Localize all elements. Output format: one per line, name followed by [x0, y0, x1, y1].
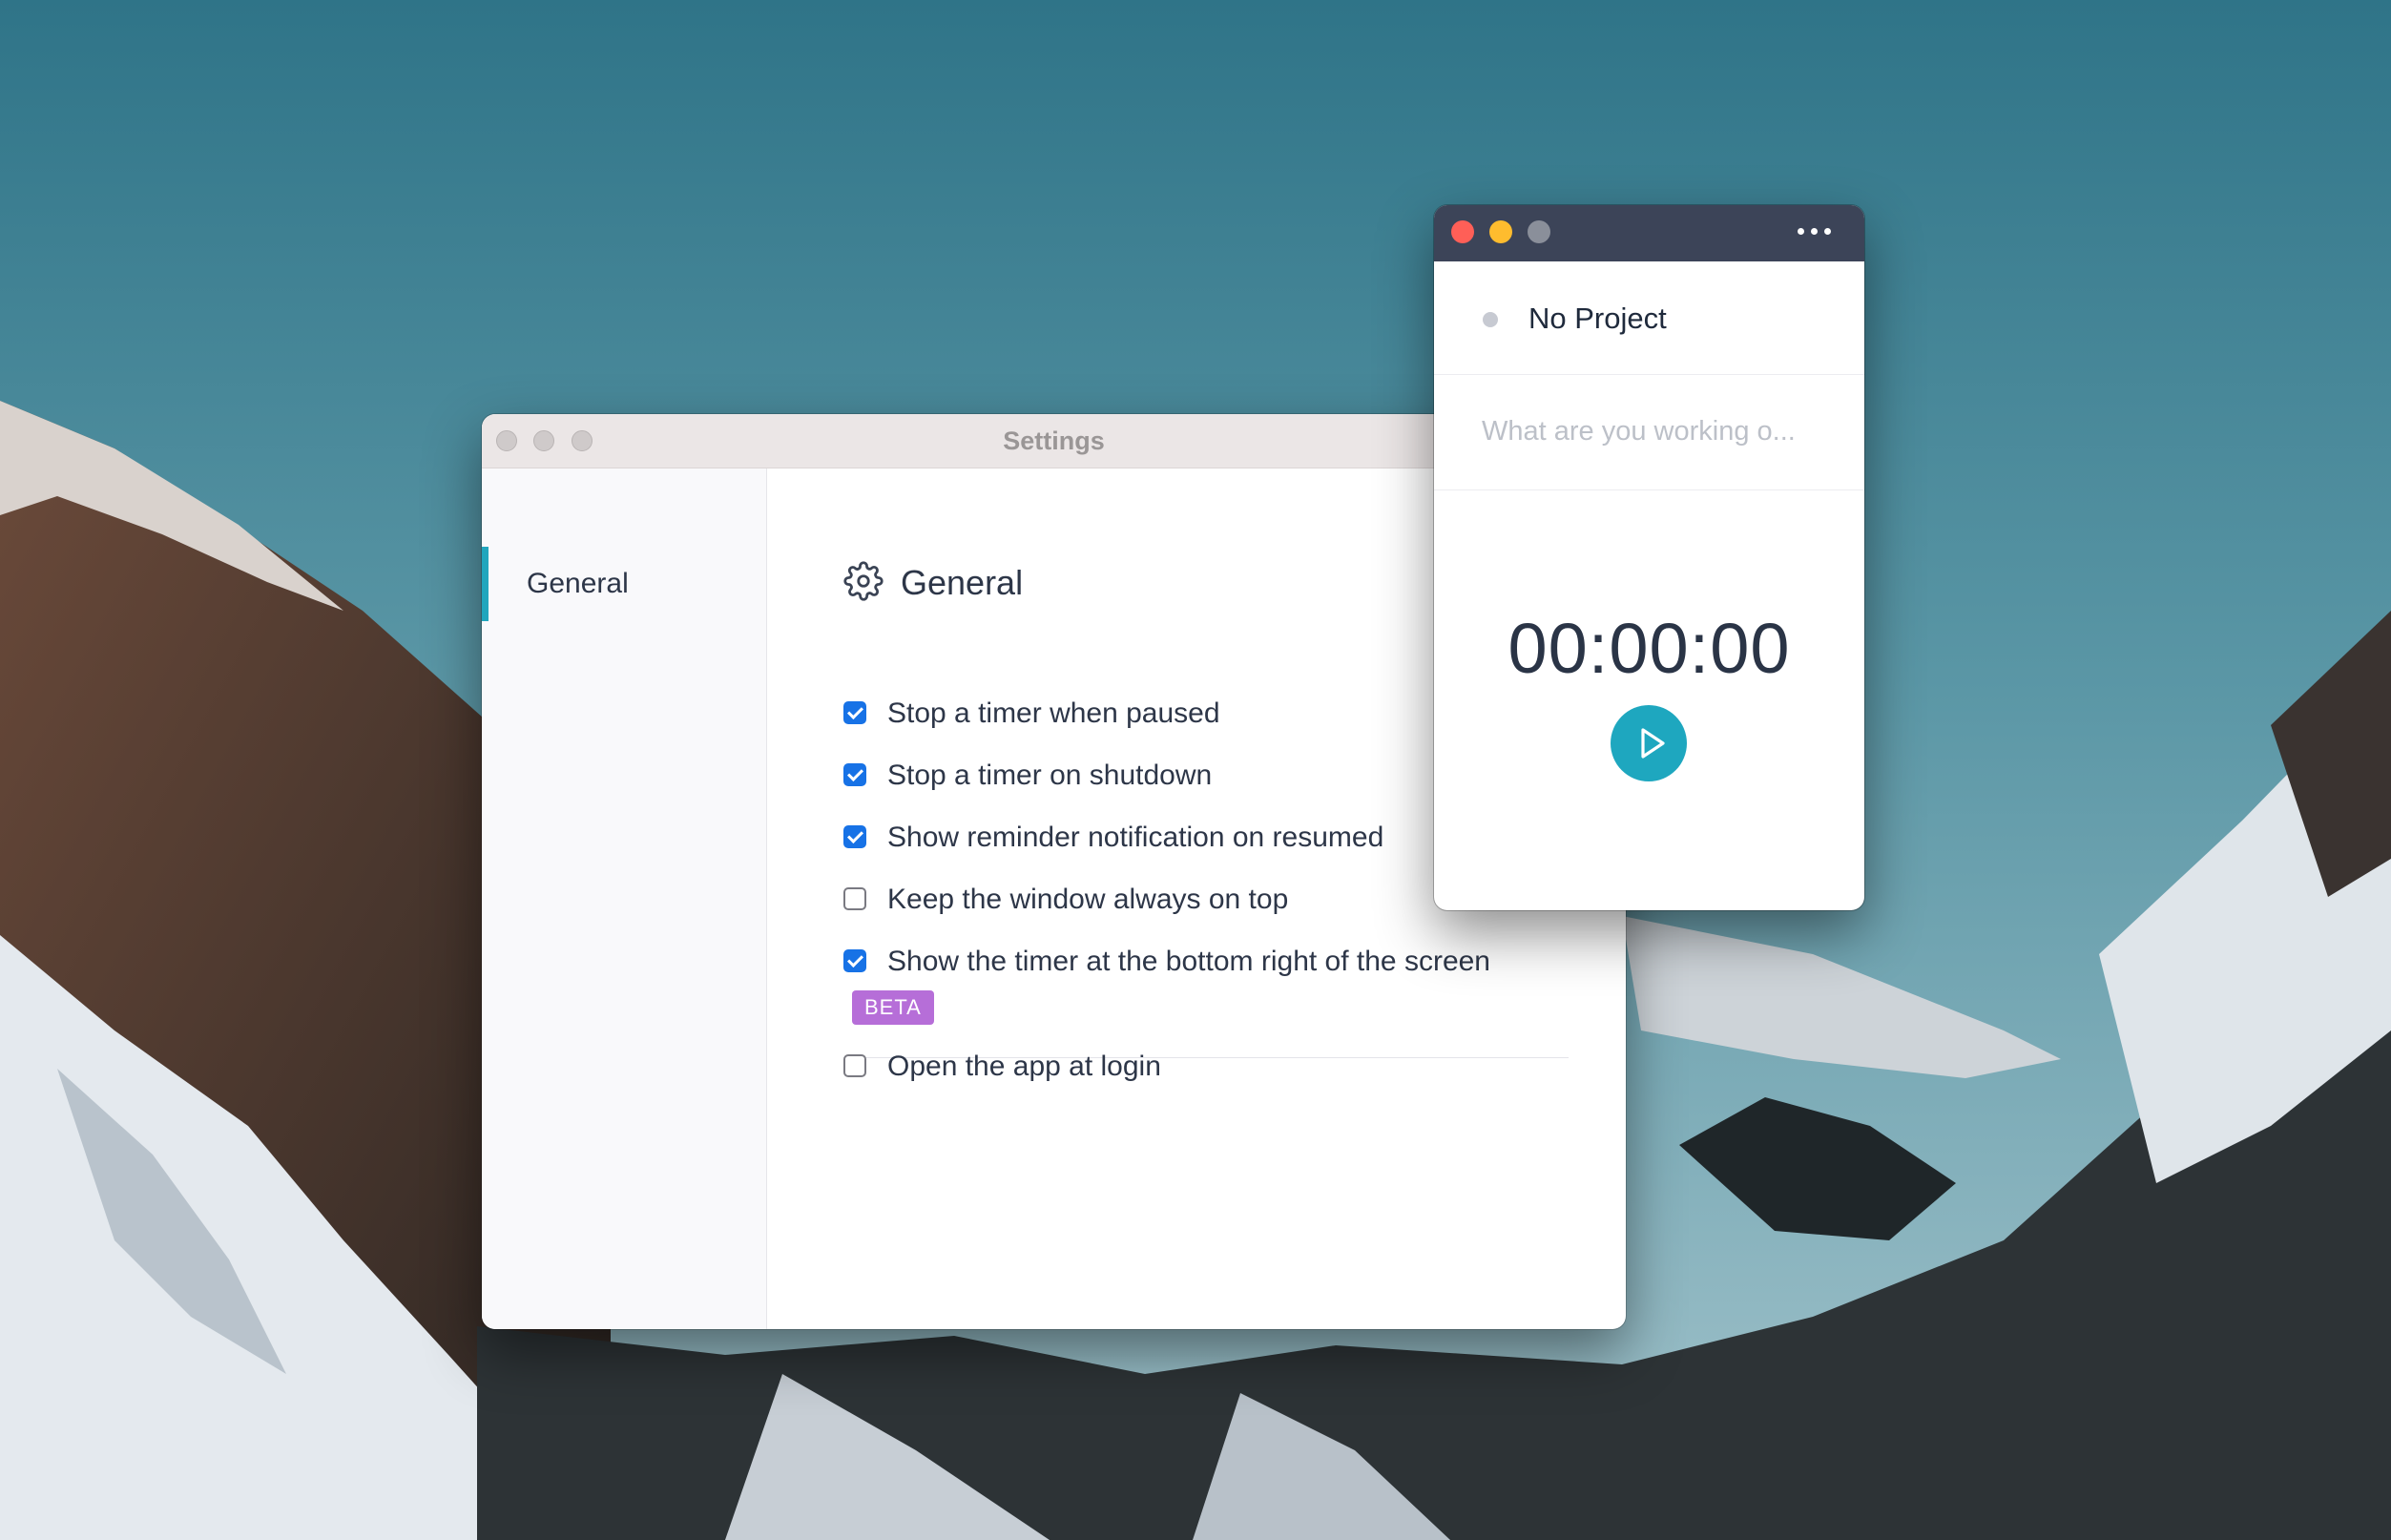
timer-window: No Project 00:00:00 — [1434, 205, 1864, 910]
option-label: Show the timer at the bottom right of th… — [887, 946, 1490, 977]
option-label: Stop a timer on shutdown — [887, 760, 1213, 791]
section-title: General — [901, 563, 1024, 602]
checkbox[interactable] — [843, 887, 866, 910]
more-dots-icon[interactable] — [1798, 228, 1832, 238]
timer-display: 00:00:00 — [1507, 609, 1791, 688]
start-timer-button[interactable] — [1611, 705, 1687, 781]
checkbox[interactable] — [843, 763, 866, 786]
task-row — [1434, 375, 1864, 490]
project-color-dot — [1483, 312, 1498, 327]
checkbox[interactable] — [843, 701, 866, 724]
checkbox[interactable] — [843, 1054, 866, 1077]
project-label: No Project — [1528, 302, 1667, 335]
option-label: Show reminder notification on resumed — [887, 822, 1384, 853]
gear-icon — [843, 561, 884, 601]
task-description-input[interactable] — [1482, 409, 1825, 453]
minimize-window-button[interactable] — [1489, 220, 1512, 243]
zoom-window-button[interactable] — [1528, 220, 1550, 243]
checkbox[interactable] — [843, 825, 866, 848]
settings-sidebar: General — [482, 468, 767, 1329]
beta-badge: BETA — [852, 990, 934, 1025]
close-window-button[interactable] — [1451, 220, 1474, 243]
play-icon — [1641, 728, 1665, 759]
option-label: Keep the window always on top — [887, 884, 1289, 915]
option-label: Stop a timer when paused — [887, 697, 1220, 729]
sidebar-item-general[interactable]: General — [482, 547, 765, 621]
active-indicator — [482, 547, 489, 621]
option-label: Open the app at login — [887, 1051, 1161, 1082]
sidebar-item-label: General — [527, 568, 629, 599]
checkbox[interactable] — [843, 949, 866, 972]
project-selector[interactable]: No Project — [1434, 261, 1864, 375]
timer-titlebar — [1434, 205, 1864, 261]
